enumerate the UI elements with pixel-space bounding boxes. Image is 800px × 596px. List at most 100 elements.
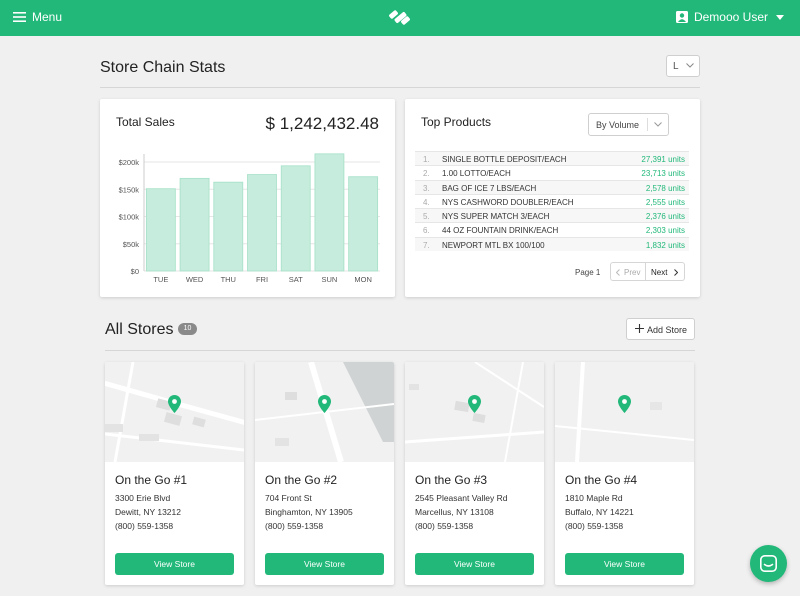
bar[interactable] [145,188,176,272]
table-row: 2. 1.00 LOTTO/EACH 23,713 units [415,165,689,179]
next-label: Next [651,268,668,277]
product-name: SINGLE BOTTLE DEPOSIT/EACH [442,155,567,164]
add-store-label: Add Store [647,325,688,335]
date-range-select[interactable]: L [666,55,700,77]
user-name: Demooo User [693,10,768,24]
chevron-down-icon [654,122,662,127]
store-name: On the Go #4 [565,473,638,487]
product-units: 23,713 units [641,169,685,179]
page-label: Page 1 [575,268,601,277]
menu-button[interactable]: Menu [13,10,62,24]
x-tick-label: SAT [289,275,303,284]
product-units: 2,578 units [645,183,685,193]
location-pin-icon [468,395,481,413]
location-pin-icon [618,395,631,413]
view-store-button[interactable]: View Store [415,553,534,575]
store-phone: (800) 559-1358 [115,521,174,531]
top-bar: Menu Demooo User [0,0,800,36]
y-tick-label: $0 [131,267,139,276]
chevron-left-icon [616,269,620,276]
y-tick-label: $50k [123,240,140,249]
sales-bar-chart: $0 $50k $100k $150k $200k TUE WED THU FRI SAT SUN M… [119,153,380,284]
x-tick-label: TUE [153,275,168,284]
page-title: Store Chain Stats [100,59,226,76]
top-products-title: Top Products [421,115,492,129]
row-number: 3. [423,183,430,193]
chevron-down-icon [686,63,694,68]
store-map[interactable] [255,362,394,463]
store-card: On the Go #3 2545 Pleasant Valley Rd Mar… [405,362,544,585]
stores-title: All Stores [105,321,174,338]
bar[interactable] [348,176,379,272]
product-name: NYS CASHWORD DOUBLER/EACH [442,197,574,207]
store-map[interactable] [405,362,544,463]
y-tick-label: $100k [119,213,140,222]
location-pin-icon [168,395,181,413]
total-sales-card: Total Sales $ 1,242,432.48 $0 $50k $100k $1… [100,99,395,297]
store-map[interactable] [105,362,244,463]
store-city: Marcellus, NY 13108 [415,507,494,517]
row-number: 7. [423,240,430,250]
table-row: 7. NEWPORT MTL BX 100/100 1,832 units [415,236,689,252]
bar[interactable] [179,177,210,272]
table-row: 5. NYS SUPER MATCH 3/EACH 2,376 units [415,208,689,223]
product-units: 2,303 units [645,226,685,236]
row-number: 5. [423,212,430,222]
chevron-right-icon [674,269,678,276]
store-name: On the Go #2 [265,473,338,487]
caret-down-icon [776,14,784,20]
view-store-button[interactable]: View Store [565,553,684,575]
store-street: 3300 Erie Blvd [115,493,171,503]
product-name: NYS SUPER MATCH 3/EACH [442,212,550,222]
bar[interactable] [314,153,345,272]
x-tick-label: WED [186,275,204,284]
chat-button[interactable] [750,545,787,582]
x-tick-label: THU [221,275,236,284]
bar[interactable] [247,174,277,272]
divider [100,87,700,88]
sort-select[interactable]: By Volume [588,113,669,136]
next-page-button[interactable]: Next [646,262,685,281]
prev-label: Prev [624,268,641,277]
plus-icon [635,324,644,333]
store-phone: (800) 559-1358 [415,521,474,531]
view-store-button[interactable]: View Store [115,553,234,575]
store-city: Buffalo, NY 14221 [565,507,634,517]
view-store-button[interactable]: View Store [265,553,384,575]
bar[interactable] [280,165,311,272]
store-street: 704 Front St [265,493,312,503]
table-row: 6. 44 OZ FOUNTAIN DRINK/EACH 2,303 units [415,222,689,236]
y-tick-label: $150k [119,185,140,194]
product-units: 2,555 units [645,197,685,207]
store-map[interactable] [555,362,694,463]
store-street: 1810 Maple Rd [565,493,623,503]
divider [105,350,695,351]
table-row: 1. SINGLE BOTTLE DEPOSIT/EACH 27,391 units [415,151,689,166]
store-phone: (800) 559-1358 [265,521,324,531]
x-tick-label: SUN [322,275,338,284]
user-menu[interactable]: Demooo User [675,10,784,24]
select-divider [647,118,648,131]
row-number: 4. [423,197,430,207]
add-store-button[interactable]: Add Store [626,318,695,340]
brand-logo-icon[interactable] [388,8,412,26]
products-table: 1. SINGLE BOTTLE DEPOSIT/EACH 27,391 units… [415,151,689,252]
store-city: Binghamton, NY 13905 [265,507,353,517]
store-name: On the Go #1 [115,473,188,487]
product-name: 44 OZ FOUNTAIN DRINK/EACH [442,226,559,236]
product-name: 1.00 LOTTO/EACH [442,169,511,179]
product-units: 27,391 units [641,155,685,164]
table-row: 3. BAG OF ICE 7 LBS/EACH 2,578 units [415,179,689,194]
prev-page-button[interactable]: Prev [610,262,646,281]
bar[interactable] [213,181,244,272]
user-icon [675,11,688,23]
date-range-value: L [673,61,679,72]
store-name: On the Go #3 [415,473,488,487]
product-name: BAG OF ICE 7 LBS/EACH [442,183,537,193]
store-card: On the Go #2 704 Front St Binghamton, NY… [255,362,394,585]
sort-value: By Volume [596,120,640,130]
product-units: 1,832 units [645,240,685,250]
product-name: NEWPORT MTL BX 100/100 [442,240,545,250]
x-tick-label: FRI [256,275,268,284]
x-tick-label: MON [354,275,372,284]
